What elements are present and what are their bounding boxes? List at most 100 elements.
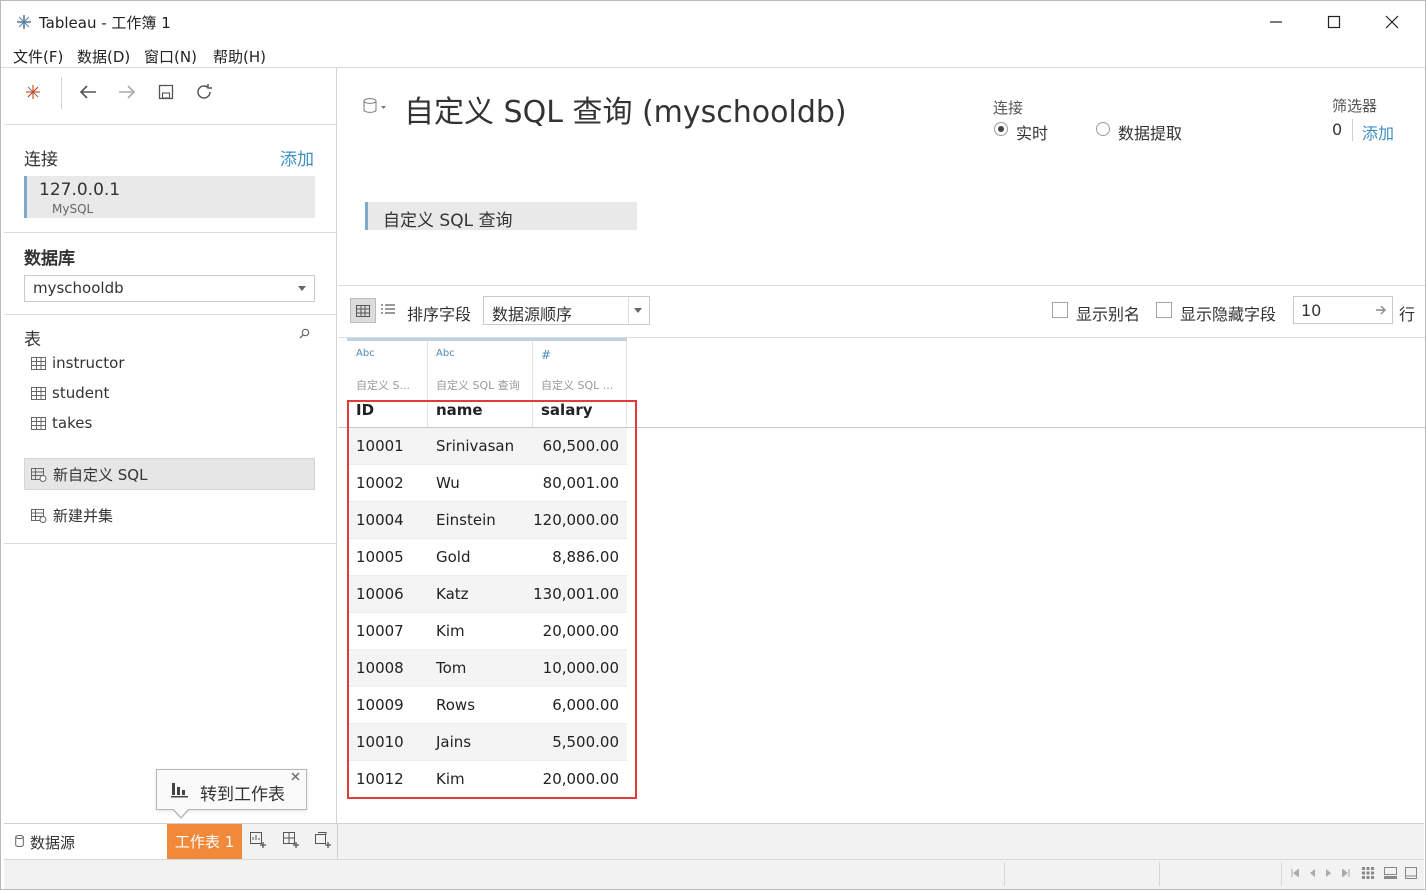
add-filter-link[interactable]: 添加 (1362, 120, 1394, 144)
new-story-icon (315, 832, 331, 848)
show-alias-checkbox[interactable] (1052, 302, 1068, 318)
extract-radio[interactable] (1096, 122, 1110, 136)
next-sheet-icon[interactable] (1325, 869, 1333, 877)
left-divider-3 (4, 314, 337, 315)
table-item-takes[interactable]: takes (31, 414, 92, 432)
union-icon (31, 508, 47, 523)
list-icon (381, 304, 395, 314)
table-item-instructor[interactable]: instructor (31, 354, 125, 372)
table-item-label: student (52, 384, 110, 402)
toolbar-separator (61, 77, 62, 109)
refresh-button[interactable] (191, 79, 217, 105)
sort-label: 排序字段 (407, 305, 472, 324)
minimize-button[interactable] (1247, 1, 1305, 43)
tabs-icon (1405, 867, 1417, 879)
filmstrip-icon (1384, 867, 1397, 879)
menu-help[interactable]: 帮助(H) (213, 46, 266, 67)
filters-title: 筛选器 (1332, 97, 1378, 115)
datasource-tab[interactable] (4, 824, 167, 859)
title-bar (1, 1, 1425, 43)
sort-select-value: 数据源顺序 (492, 305, 573, 324)
extract-label: 数据提取 (1118, 124, 1183, 143)
close-icon (1385, 15, 1399, 29)
column-type-icon[interactable]: Abc (436, 348, 455, 359)
column-type-icon[interactable]: Abc (356, 348, 375, 359)
sheet-navigation (1291, 869, 1350, 877)
close-window-button[interactable] (1363, 1, 1421, 43)
minimize-icon (1270, 21, 1282, 23)
page-title[interactable]: 自定义 SQL 查询 (myschooldb) (404, 87, 847, 131)
datasource-tab-label: 数据源 (30, 834, 76, 852)
table-icon (31, 386, 46, 400)
table-item-student[interactable]: student (31, 384, 109, 402)
previous-sheet-icon[interactable] (1308, 869, 1316, 877)
connection-mode-title: 连接 (993, 99, 1024, 117)
arrow-right-icon (1376, 305, 1386, 315)
grid-icon (356, 304, 370, 317)
new-worksheet-button[interactable] (250, 832, 267, 849)
refresh-icon (197, 84, 212, 99)
arrow-right-icon (119, 85, 136, 99)
new-union-item[interactable]: 新建并集 (31, 505, 113, 526)
forward-button[interactable] (114, 79, 140, 105)
save-button[interactable] (153, 79, 179, 105)
new-custom-sql-row: 新自定义 SQL (31, 464, 147, 485)
filmstrip-button[interactable] (1384, 867, 1397, 879)
status-separator (1159, 862, 1160, 886)
menu-data[interactable]: 数据(D) (77, 46, 130, 67)
tab-bar-separator (337, 824, 338, 859)
tableau-home-button[interactable] (20, 79, 46, 105)
canvas-table-tile-label: 自定义 SQL 查询 (383, 211, 513, 231)
first-sheet-icon[interactable] (1291, 869, 1299, 877)
highlight-box (347, 400, 637, 799)
new-dashboard-button[interactable] (283, 832, 300, 849)
new-union-label: 新建并集 (53, 507, 114, 525)
chevron-down-icon (298, 286, 306, 291)
close-icon (291, 772, 300, 781)
list-view-button[interactable] (381, 303, 395, 315)
save-icon (158, 84, 174, 100)
sheet-tab[interactable]: 工作表 1 (167, 824, 242, 859)
maximize-button[interactable] (1305, 1, 1363, 43)
custom-sql-icon (31, 467, 47, 482)
left-divider-1 (4, 124, 337, 125)
table-item-label: instructor (52, 354, 125, 372)
column-source: 自定义 SQL ... (541, 379, 614, 392)
show-hidden-checkbox[interactable] (1156, 302, 1172, 318)
connections-title: 连接 (24, 150, 58, 170)
last-sheet-icon[interactable] (1342, 869, 1350, 877)
grid-view-button[interactable] (350, 298, 376, 323)
chevron-down-icon (634, 308, 642, 313)
menu-window[interactable]: 窗口(N) (144, 46, 197, 67)
new-story-button[interactable] (315, 832, 332, 849)
rows-apply-button[interactable] (1376, 305, 1387, 315)
new-worksheet-icon (250, 832, 266, 848)
add-connection-link[interactable]: 添加 (280, 145, 314, 170)
table-icon (31, 416, 46, 430)
search-icon (299, 328, 310, 339)
rows-input-value: 10 (1301, 301, 1322, 320)
database-icon (15, 835, 24, 847)
tableau-logo-icon (26, 85, 40, 99)
tooltip-close-button[interactable] (291, 772, 300, 781)
database-title: 数据库 (24, 249, 75, 269)
sheet-sorter-button[interactable] (1362, 867, 1374, 879)
back-button[interactable] (75, 79, 101, 105)
database-icon (363, 98, 386, 113)
grid-icon (1362, 867, 1374, 879)
tabs-view-button[interactable] (1405, 867, 1417, 879)
datasource-menu-button[interactable] (363, 98, 389, 114)
column-source: 自定义 S... (356, 379, 410, 392)
left-divider-2 (4, 232, 337, 233)
column-type-icon[interactable]: # (541, 348, 551, 362)
left-divider-4 (4, 543, 337, 544)
column-source: 自定义 SQL 查询 (436, 379, 520, 392)
status-separator (1004, 862, 1005, 886)
arrow-left-icon (79, 85, 96, 99)
table-item-label: takes (52, 414, 93, 432)
search-tables-button[interactable] (299, 328, 310, 339)
table-icon (31, 356, 46, 370)
window-title: Tableau - 工作簿 1 (39, 14, 171, 32)
menu-file[interactable]: 文件(F) (13, 46, 63, 67)
live-radio[interactable] (994, 122, 1008, 136)
